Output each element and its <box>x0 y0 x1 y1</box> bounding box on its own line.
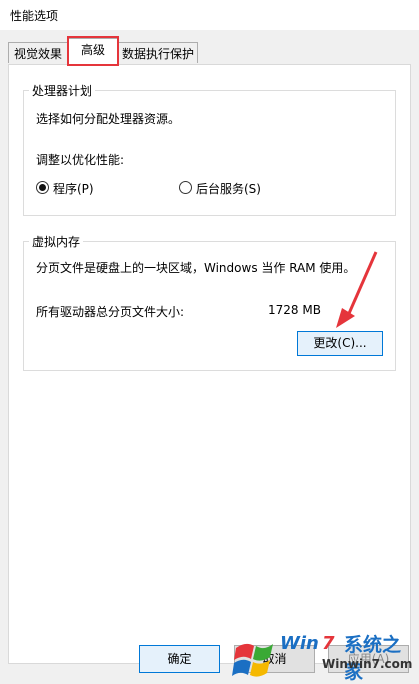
watermark-logo: Win 7 系统之家 Winwin7.com <box>232 626 419 683</box>
tab-visual-effects[interactable]: 视觉效果 <box>8 42 68 63</box>
title-bar[interactable] <box>0 0 419 30</box>
processor-description: 选择如何分配处理器资源。 <box>36 112 181 126</box>
tab-highlight-box <box>67 36 119 66</box>
radio-background-services[interactable] <box>179 181 192 194</box>
radio-background-services-label[interactable]: 后台服务(S) <box>196 180 261 197</box>
processor-legend: 处理器计划 <box>29 82 96 99</box>
total-paging-value: 1728 MB <box>268 303 321 317</box>
adjust-label: 调整以优化性能: <box>36 153 125 167</box>
svg-text:Win: Win <box>280 633 319 654</box>
annotation-arrow <box>330 248 380 338</box>
radio-programs-label[interactable]: 程序(P) <box>53 180 94 197</box>
virtual-memory-legend: 虚拟内存 <box>29 233 84 250</box>
window-title: 性能选项 <box>10 9 59 23</box>
watermark-url: Winwin7.com <box>322 657 413 671</box>
total-paging-label: 所有驱动器总分页文件大小: <box>36 305 185 319</box>
tab-dep[interactable]: 数据执行保护 <box>118 42 198 63</box>
virtual-memory-description: 分页文件是硬盘上的一块区域，Windows 当作 RAM 使用。 <box>36 261 356 275</box>
svg-text:7: 7 <box>322 633 335 654</box>
radio-programs[interactable] <box>36 181 49 194</box>
ok-button[interactable]: 确定 <box>139 645 220 673</box>
